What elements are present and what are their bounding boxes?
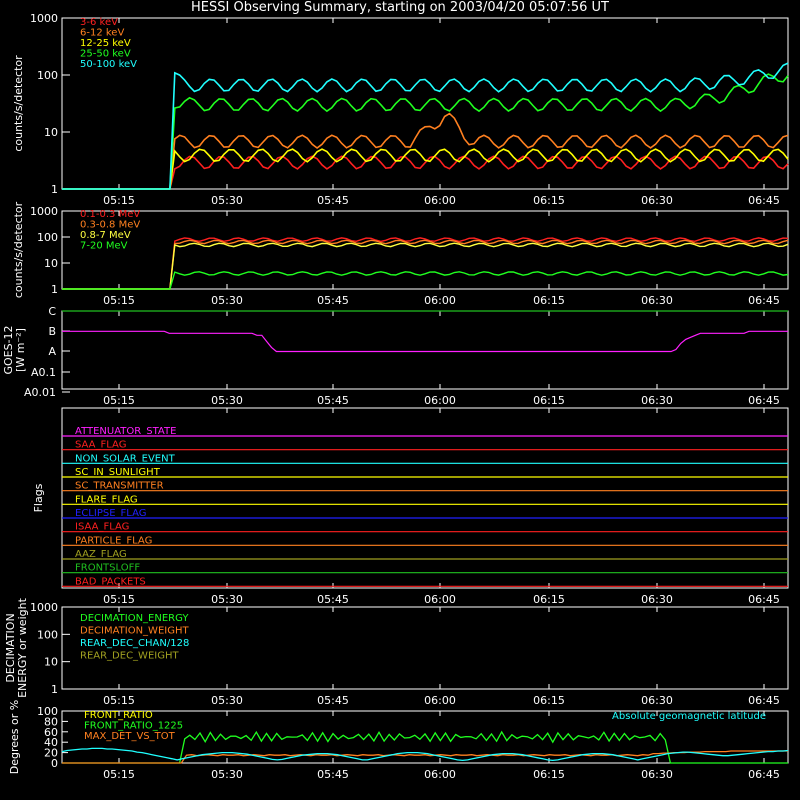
flag-label: ISAA_FLAG [75,522,129,533]
time-tick-label: 06:45 [748,194,780,207]
time-tick-label: 06:30 [641,194,673,207]
time-tick-label: 05:15 [103,593,135,606]
time-tick-label: 05:15 [103,194,135,207]
legend-entry: 6-12 keV [80,28,124,39]
legend-entry: 0.1-0.3 MeV [80,209,140,220]
y-tick-label: 100 [37,628,58,641]
time-tick-label: 05:15 [103,294,135,307]
series-line-0-8-7-mev [62,242,789,290]
time-tick-label: 06:00 [424,194,456,207]
y-tick-label: 100 [37,69,58,82]
flag-label: SAA_FLAG [75,440,126,451]
legend-entry: 12-25 keV [80,38,131,49]
y-tick-label: B [48,325,56,338]
legend-entry: FRONT_RATIO [84,710,153,721]
y-axis-label: Degrees or % [8,700,21,774]
y-axis-label-2: ENERGY or weight [16,597,29,697]
time-tick-label: 06:15 [533,694,565,707]
y-tick-label: 1 [51,183,58,196]
legend-entry: 0.3-0.8 MeV [80,220,140,231]
time-tick-label: 05:30 [211,294,243,307]
y-tick-label: 10 [44,257,58,270]
flag-label: ECLIPSE_FLAG [75,508,146,519]
legend-entry: 25-50 keV [80,49,131,60]
time-tick-label: 06:15 [533,593,565,606]
time-tick-label: 06:45 [748,768,780,781]
flag-label: PARTICLE_FLAG [75,535,152,546]
y-tick-label: A [48,345,56,358]
time-tick-label: 05:30 [211,593,243,606]
time-tick-label: 06:00 [424,394,456,407]
flag-label: AAZ_FLAG [75,549,127,560]
time-tick-label: 05:30 [211,694,243,707]
time-tick-label: 05:45 [317,294,349,307]
y-tick-label: A0.01 [24,386,56,399]
time-tick-label: 05:30 [211,194,243,207]
legend-entry: REAR_DEC_CHAN/128 [80,638,189,649]
time-tick-label: 05:30 [211,394,243,407]
time-tick-label: 06:30 [641,593,673,606]
time-tick-label: 05:45 [317,593,349,606]
legend-entry: DECIMATION_ENERGY [80,613,189,624]
time-tick-label: 06:00 [424,768,456,781]
legend-entry: 0.8-7 MeV [80,230,131,241]
legend-entry: DECIMATION_WEIGHT [80,626,189,637]
flag-label: SC_TRANSMITTER [75,481,164,492]
y-tick-label: C [48,305,56,318]
time-tick-label: 06:15 [533,194,565,207]
time-tick-label: 06:30 [641,394,673,407]
legend-entry: 7-20 MeV [80,241,128,252]
legend-entry: 50-100 keV [80,59,137,70]
y-tick-label: 100 [37,231,58,244]
y-tick-label: 100 [37,705,58,718]
time-tick-label: 06:45 [748,694,780,707]
time-tick-label: 06:00 [424,593,456,606]
legend-entry: FRONT_RATIO_1225 [84,721,183,732]
time-tick-label: 05:45 [317,394,349,407]
flag-label: SC_IN_SUNLIGHT [75,467,161,478]
time-tick-label: 06:30 [641,294,673,307]
y-tick-label: 10 [44,126,58,139]
y-tick-label: 10 [44,656,58,669]
time-tick-label: 05:45 [317,694,349,707]
hessi-summary-plot: 05:15 05:30 05:45 06:00 06:15 06:30 06:45 05:15… [2,12,789,781]
y-axis-label: counts/s/detector [12,55,25,152]
goes-series-line [62,330,788,353]
y-tick-label: 1000 [30,601,58,614]
y-axis-label: counts/s/detector [12,201,25,298]
y-axis-label: Flags [32,483,45,512]
y-tick-label: 1000 [30,205,58,218]
legend-entry: REAR_DEC_WEIGHT [80,651,179,662]
time-tick-label: 05:45 [317,768,349,781]
time-tick-label: 06:15 [533,394,565,407]
flag-label: ATTENUATOR_STATE [75,426,176,437]
time-tick-label: 05:15 [103,394,135,407]
time-tick-label: 06:15 [533,294,565,307]
time-tick-label: 05:15 [103,694,135,707]
annotation-label: Absolute geomagnetic latitude [612,711,766,722]
legend-entry: 3-6 keV [80,17,118,28]
time-tick-label: 06:45 [748,593,780,606]
time-tick-label: 05:15 [103,768,135,781]
y-axis-unit-label: [W m⁻²] [14,328,27,372]
panel-frame-3 [61,310,789,390]
time-tick-label: 06:00 [424,694,456,707]
flag-label: BAD_PACKETS [75,576,146,587]
y-tick-label: 1000 [30,12,58,25]
y-tick-label: 1 [51,283,58,296]
time-tick-label: 06:30 [641,694,673,707]
time-tick-label: 06:45 [748,394,780,407]
flag-label: FLARE_FLAG [75,494,138,505]
time-tick-label: 06:15 [533,768,565,781]
time-tick-label: 06:45 [748,294,780,307]
time-tick-label: 06:00 [424,294,456,307]
time-tick-label: 06:30 [641,768,673,781]
y-tick-label: A0.1 [31,366,56,379]
flag-label: FRONTSLOFF [75,563,140,574]
legend-entry: MAX_DET_VS_TOT [84,731,176,742]
time-tick-label: 05:45 [317,194,349,207]
y-tick-label: 1 [51,683,58,696]
flag-label: NON_SOLAR_EVENT [75,453,176,464]
time-tick-label: 05:30 [211,768,243,781]
